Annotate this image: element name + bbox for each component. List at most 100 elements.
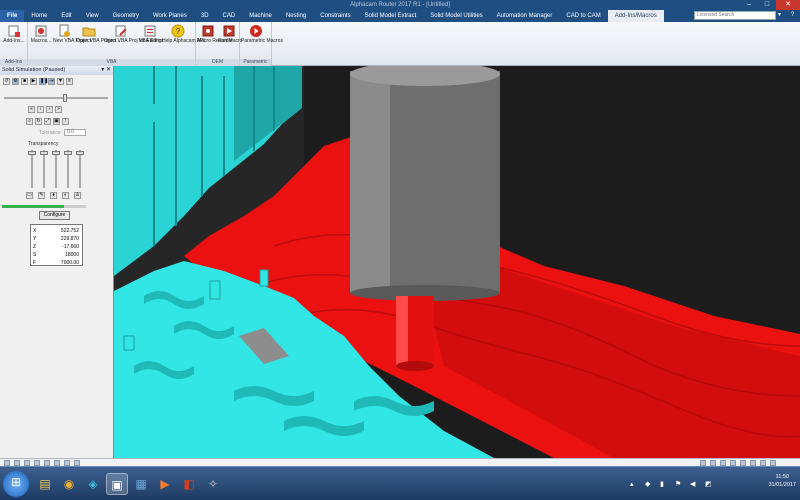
search-input[interactable]: Licensed Search bbox=[694, 11, 776, 20]
transparency-thumb-4[interactable] bbox=[64, 151, 72, 155]
tab-nesting[interactable]: Nesting bbox=[279, 10, 313, 22]
ribbon-group-parametric: Parametric Macros Parametric bbox=[240, 22, 283, 66]
tab-cad-to-cam[interactable]: CAD to CAM bbox=[559, 10, 607, 22]
collision-icon[interactable]: ! bbox=[62, 118, 69, 125]
tab-home[interactable]: Home bbox=[24, 10, 54, 22]
start-button[interactable]: ⊞ bbox=[3, 471, 29, 497]
transparency-slider-4[interactable] bbox=[67, 150, 69, 188]
tool-icon[interactable]: ▼ bbox=[57, 78, 64, 85]
reset-icon[interactable]: ↺ bbox=[3, 78, 10, 85]
panel-title: Solid Simulation (Paused) bbox=[2, 67, 66, 73]
tolerance-input[interactable]: 0.0 bbox=[64, 129, 86, 136]
tool-icon[interactable]: ✧ bbox=[202, 473, 224, 495]
transparency-thumb-2[interactable] bbox=[40, 151, 48, 155]
maximize-icon[interactable]: □ bbox=[758, 0, 776, 10]
part-layer-icon[interactable]: ♙ bbox=[74, 192, 81, 199]
fast-forward-icon[interactable]: » bbox=[55, 106, 62, 113]
tab-view[interactable]: View bbox=[79, 10, 106, 22]
tray-arrow-icon[interactable]: ▴ bbox=[630, 480, 634, 488]
tab-constraints[interactable]: Constraints bbox=[313, 10, 357, 22]
explorer-icon[interactable]: ▤ bbox=[34, 473, 56, 495]
vba-editor-button[interactable]: VBA Editor bbox=[139, 24, 163, 45]
settings-icon[interactable]: ⚙ bbox=[12, 78, 19, 85]
tab-geometry[interactable]: Geometry bbox=[106, 10, 146, 22]
tray-flag-icon[interactable]: ⚑ bbox=[675, 480, 681, 488]
3d-viewport[interactable] bbox=[114, 66, 800, 458]
alphacam-taskbar-icon[interactable]: ▣ bbox=[106, 473, 128, 495]
tab-solid-model-utilities[interactable]: Solid Model Utilities bbox=[423, 10, 489, 22]
tool-layer-icon[interactable]: ✎ bbox=[38, 192, 45, 199]
fixture-layer-icon[interactable]: ◐ bbox=[62, 192, 69, 199]
view-toolbar: « ‹ › » bbox=[28, 106, 62, 113]
addins-button[interactable]: Add-Ins... bbox=[2, 24, 26, 45]
transparency-thumb-5[interactable] bbox=[76, 151, 84, 155]
transparency-thumb-1[interactable] bbox=[28, 151, 36, 155]
tab-cad[interactable]: CAD bbox=[216, 10, 243, 22]
tab-solid-model-extract[interactable]: Solid Model Extract bbox=[358, 10, 424, 22]
recorder-icon bbox=[202, 25, 213, 37]
tab-work-planes[interactable]: Work Planes bbox=[146, 10, 194, 22]
clock-date: 31/01/2017 bbox=[768, 482, 796, 488]
transparency-slider-2[interactable] bbox=[43, 150, 45, 188]
stock-layer-icon[interactable]: ▭ bbox=[26, 192, 33, 199]
rotate-icon[interactable]: ↻ bbox=[35, 118, 42, 125]
configure-button[interactable]: Configure bbox=[39, 211, 70, 220]
open-vba-project-button[interactable]: Open VBA Project... bbox=[76, 24, 120, 45]
tray-volume-icon[interactable]: ◀ bbox=[690, 480, 695, 488]
new-project-icon bbox=[59, 24, 70, 37]
panel-pin-close-icon[interactable]: ▾ ✕ bbox=[101, 66, 111, 75]
notepad-icon[interactable]: ▦ bbox=[130, 473, 152, 495]
office-icon[interactable]: ◧ bbox=[178, 473, 200, 495]
ribbon-group-vba: Macros... New VBA Project Open VBA Proje… bbox=[28, 22, 205, 66]
media-icon[interactable]: ▶ bbox=[154, 473, 176, 495]
zoom-icon[interactable]: ⌕ bbox=[26, 118, 33, 125]
speed-slider[interactable] bbox=[4, 97, 108, 99]
new-vba-project-button[interactable]: New VBA Project bbox=[53, 24, 91, 45]
speed-slider-thumb[interactable] bbox=[63, 94, 67, 102]
fit-icon[interactable]: ⤢ bbox=[44, 118, 51, 125]
step-back-icon[interactable]: ‹ bbox=[37, 106, 44, 113]
tab-file[interactable]: File bbox=[0, 10, 25, 22]
help-icon[interactable]: ? bbox=[788, 11, 797, 20]
tab-edit[interactable]: Edit bbox=[54, 10, 78, 22]
sim-toolbar: ↺ ⚙ ■ ▶ ❚❚ ⇥ ▼ ≡ bbox=[0, 75, 113, 88]
transparency-slider-5[interactable] bbox=[79, 150, 81, 188]
search-dropdown-icon[interactable]: ▾ bbox=[778, 11, 786, 20]
app-icon[interactable]: ◈ bbox=[82, 473, 104, 495]
options-icon[interactable]: ≡ bbox=[66, 78, 73, 85]
transparency-slider-1[interactable] bbox=[31, 150, 33, 188]
rewind-icon[interactable]: « bbox=[28, 106, 35, 113]
readout-row: X 522.752 bbox=[33, 228, 79, 234]
stop-icon[interactable]: ■ bbox=[21, 78, 28, 85]
tray-network-icon[interactable]: ▮ bbox=[660, 480, 664, 488]
macros-button[interactable]: Macros... bbox=[30, 24, 52, 45]
play-icon[interactable]: ▶ bbox=[30, 78, 37, 85]
holder-layer-icon[interactable]: ♦ bbox=[50, 192, 57, 199]
step-icon[interactable]: ⇥ bbox=[48, 78, 55, 85]
help-circle-icon: ? bbox=[171, 24, 185, 38]
tab-automation-manager[interactable]: Automation Manager bbox=[490, 10, 560, 22]
tolerance-label: Tolerance bbox=[39, 130, 61, 136]
tray-shield-icon[interactable]: ◩ bbox=[705, 480, 712, 488]
chrome-icon[interactable]: ◉ bbox=[58, 473, 80, 495]
run-macro-button[interactable]: Run Macro bbox=[218, 24, 242, 45]
play-circle-icon bbox=[250, 25, 262, 37]
step-forward-icon[interactable]: › bbox=[46, 106, 53, 113]
help-api-button[interactable]: ? Help Alphacam API bbox=[162, 24, 205, 45]
close-icon[interactable]: ✕ bbox=[776, 0, 800, 10]
tray-app-icon[interactable]: ◆ bbox=[645, 480, 650, 488]
tab-machine[interactable]: Machine bbox=[242, 10, 279, 22]
open-vba-proj-editing-button[interactable]: Open VBA Proj for Editing... bbox=[104, 24, 166, 45]
tab-addins-macros[interactable]: Add-Ins/Macros bbox=[607, 10, 664, 22]
system-clock[interactable]: 11:50 31/01/2017 bbox=[768, 473, 796, 489]
save-icon[interactable]: ▣ bbox=[53, 118, 60, 125]
macro-recorder-button[interactable]: Macro Recorder bbox=[197, 24, 233, 45]
readout-row: F 7000.00 bbox=[33, 260, 79, 266]
edit-project-icon bbox=[115, 25, 127, 37]
tab-3d[interactable]: 3D bbox=[194, 10, 216, 22]
transparency-thumb-3[interactable] bbox=[52, 151, 60, 155]
transparency-slider-3[interactable] bbox=[55, 150, 57, 188]
pause-icon[interactable]: ❚❚ bbox=[39, 78, 48, 85]
parametric-macros-button[interactable]: Parametric Macros bbox=[241, 24, 283, 45]
minimize-icon[interactable]: – bbox=[740, 0, 758, 10]
